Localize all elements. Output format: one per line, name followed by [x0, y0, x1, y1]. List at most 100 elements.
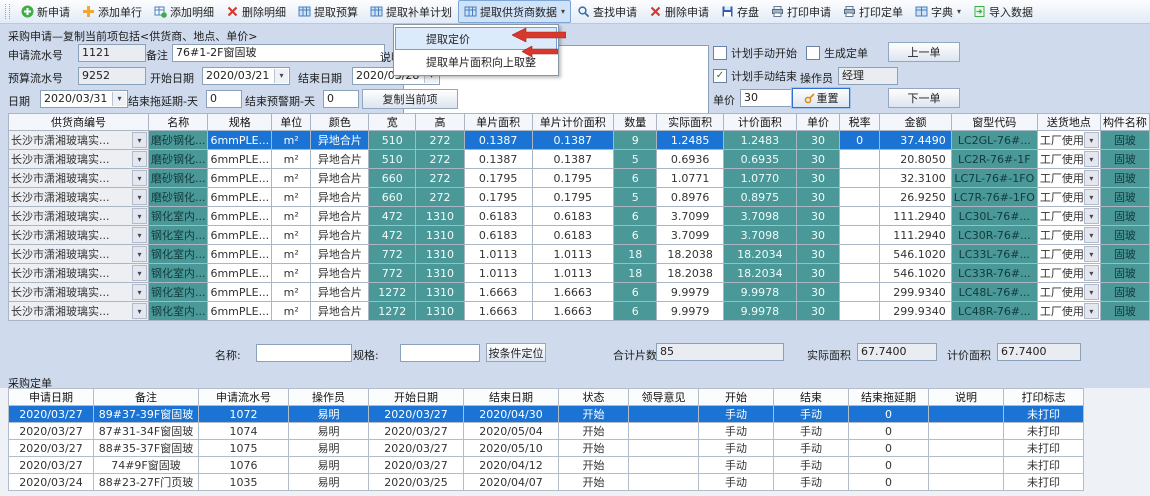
new-application-button[interactable]: 新申请 [15, 0, 76, 23]
cell-spec[interactable]: 6mmPLE... [208, 264, 272, 283]
cell-delivery[interactable]: 工厂使用▾ [1037, 207, 1100, 226]
order-cell-end-delay[interactable]: 0 [849, 423, 929, 440]
cell-window-code[interactable]: LC7L-76#-1FO [951, 169, 1037, 188]
cell-unit[interactable]: m² [272, 302, 311, 321]
cell-piece-area[interactable]: 1.0113 [464, 245, 532, 264]
order-row[interactable]: 2020/03/2774#9F窗固玻1076易明2020/03/272020/0… [9, 457, 1084, 474]
order-cell-apply-no[interactable]: 1072 [199, 406, 289, 423]
orders-column-header-end-date[interactable]: 结束日期 [464, 389, 559, 406]
cell-piece-price-area[interactable]: 0.1387 [532, 131, 614, 150]
copy-current-button[interactable]: 复制当前项 [362, 89, 458, 109]
cell-unit[interactable]: m² [272, 169, 311, 188]
cell-piece-area[interactable]: 0.1795 [464, 188, 532, 207]
combobox-arrow-icon[interactable]: ▾ [132, 170, 147, 186]
order-row[interactable]: 2020/03/2787#31-34F窗固玻1074易明2020/03/2720… [9, 423, 1084, 440]
order-cell-note[interactable] [929, 423, 1004, 440]
cell-actual-area[interactable]: 18.2038 [657, 245, 723, 264]
cell-component[interactable]: 固玻 [1100, 245, 1149, 264]
cell-tax-rate[interactable] [840, 188, 880, 207]
order-cell-status[interactable]: 开始 [559, 423, 629, 440]
cell-height[interactable]: 1310 [416, 283, 465, 302]
column-header-spec[interactable]: 规格 [208, 114, 272, 131]
toolbar-grip[interactable] [5, 4, 10, 19]
cell-width[interactable]: 472 [369, 207, 416, 226]
order-cell-end-date[interactable]: 2020/05/04 [464, 423, 559, 440]
next-order-button[interactable]: 下一单 [888, 88, 960, 108]
cell-width[interactable]: 472 [369, 226, 416, 245]
order-cell-end-delay[interactable]: 0 [849, 474, 929, 491]
cell-supplier[interactable]: 长沙市潇湘玻璃实...▾ [9, 245, 149, 264]
filter-name-input[interactable] [256, 344, 352, 362]
order-row[interactable]: 2020/03/2488#23-27F门页玻1035易明2020/03/2520… [9, 474, 1084, 491]
order-cell-note[interactable] [929, 440, 1004, 457]
cell-supplier[interactable]: 长沙市潇湘玻璃实...▾ [9, 302, 149, 321]
cell-name[interactable]: 钢化室内... [148, 264, 208, 283]
cell-tax-rate[interactable] [840, 264, 880, 283]
cell-piece-area[interactable]: 0.6183 [464, 207, 532, 226]
cell-supplier[interactable]: 长沙市潇湘玻璃实...▾ [9, 150, 149, 169]
cell-amount[interactable]: 111.2940 [880, 207, 952, 226]
cell-piece-price-area[interactable]: 0.1795 [532, 188, 614, 207]
cell-unit[interactable]: m² [272, 131, 311, 150]
order-cell-start-mode[interactable]: 手动 [699, 406, 774, 423]
cell-width[interactable]: 510 [369, 131, 416, 150]
order-cell-print-flag[interactable]: 未打印 [1004, 423, 1084, 440]
order-cell-operator[interactable]: 易明 [289, 457, 369, 474]
cell-unit-price[interactable]: 30 [796, 302, 839, 321]
cell-window-code[interactable]: LC33L-76#... [951, 245, 1037, 264]
cell-color[interactable]: 异地合片 [311, 264, 369, 283]
orders-column-header-apply-date[interactable]: 申请日期 [9, 389, 94, 406]
cell-amount[interactable]: 546.1020 [880, 264, 952, 283]
cell-amount[interactable]: 37.4490 [880, 131, 952, 150]
cell-width[interactable]: 660 [369, 188, 416, 207]
order-cell-start-date[interactable]: 2020/03/27 [369, 440, 464, 457]
cell-width[interactable]: 510 [369, 150, 416, 169]
cell-amount[interactable]: 546.1020 [880, 245, 952, 264]
cell-window-code[interactable]: LC30L-76#... [951, 207, 1037, 226]
cell-unit-price[interactable]: 30 [796, 169, 839, 188]
add-detail-button[interactable]: 添加明细 [148, 0, 220, 23]
combobox-arrow-icon[interactable]: ▾ [1084, 189, 1099, 205]
cell-piece-area[interactable]: 0.1795 [464, 169, 532, 188]
cell-piece-area[interactable]: 0.1387 [464, 150, 532, 169]
cell-price-area[interactable]: 18.2034 [723, 245, 796, 264]
cell-component[interactable]: 固玻 [1100, 302, 1149, 321]
orders-column-header-end-mode[interactable]: 结束 [774, 389, 849, 406]
column-header-color[interactable]: 颜色 [311, 114, 369, 131]
cell-price-area[interactable]: 1.0770 [723, 169, 796, 188]
cell-window-code[interactable]: LC2R-76#-1F [951, 150, 1037, 169]
cell-name[interactable]: 钢化室内... [148, 207, 208, 226]
orders-column-header-start-mode[interactable]: 开始 [699, 389, 774, 406]
cell-color[interactable]: 异地合片 [311, 150, 369, 169]
cell-piece-area[interactable]: 1.6663 [464, 283, 532, 302]
cell-window-code[interactable]: LC48R-76#... [951, 302, 1037, 321]
table-row[interactable]: 长沙市潇湘玻璃实...▾钢化室内...6mmPLE...m²异地合片472131… [9, 226, 1150, 245]
cell-spec[interactable]: 6mmPLE... [208, 188, 272, 207]
cell-piece-price-area[interactable]: 0.6183 [532, 207, 614, 226]
chevron-down-icon[interactable]: ▾ [112, 92, 126, 106]
order-cell-operator[interactable]: 易明 [289, 440, 369, 457]
cell-price-area[interactable]: 3.7098 [723, 207, 796, 226]
cell-window-code[interactable]: LC7R-76#-1FO [951, 188, 1037, 207]
plan-manual-end-checkbox[interactable]: ✓ 计划手动结束 [713, 68, 797, 84]
cell-spec[interactable]: 6mmPLE... [208, 283, 272, 302]
order-cell-leader-opinion[interactable] [629, 457, 699, 474]
cell-spec[interactable]: 6mmPLE... [208, 150, 272, 169]
cell-name[interactable]: 钢化室内... [148, 245, 208, 264]
orders-column-header-start-date[interactable]: 开始日期 [369, 389, 464, 406]
cell-qty[interactable]: 18 [614, 245, 657, 264]
cell-delivery[interactable]: 工厂使用▾ [1037, 245, 1100, 264]
cell-unit-price[interactable]: 30 [796, 226, 839, 245]
cell-name[interactable]: 磨砂钢化... [148, 150, 208, 169]
order-cell-operator[interactable]: 易明 [289, 406, 369, 423]
generate-order-checkbox[interactable]: 生成定单 [806, 45, 868, 61]
order-cell-operator[interactable]: 易明 [289, 474, 369, 491]
unit-price-field[interactable]: 30 [740, 89, 792, 107]
combobox-arrow-icon[interactable]: ▾ [1084, 303, 1099, 319]
cell-amount[interactable]: 299.9340 [880, 283, 952, 302]
cell-name[interactable]: 钢化室内... [148, 302, 208, 321]
column-header-piece-price-area[interactable]: 单片计价面积 [532, 114, 614, 131]
cell-height[interactable]: 272 [416, 169, 465, 188]
column-header-piece-area[interactable]: 单片面积 [464, 114, 532, 131]
cell-spec[interactable]: 6mmPLE... [208, 207, 272, 226]
